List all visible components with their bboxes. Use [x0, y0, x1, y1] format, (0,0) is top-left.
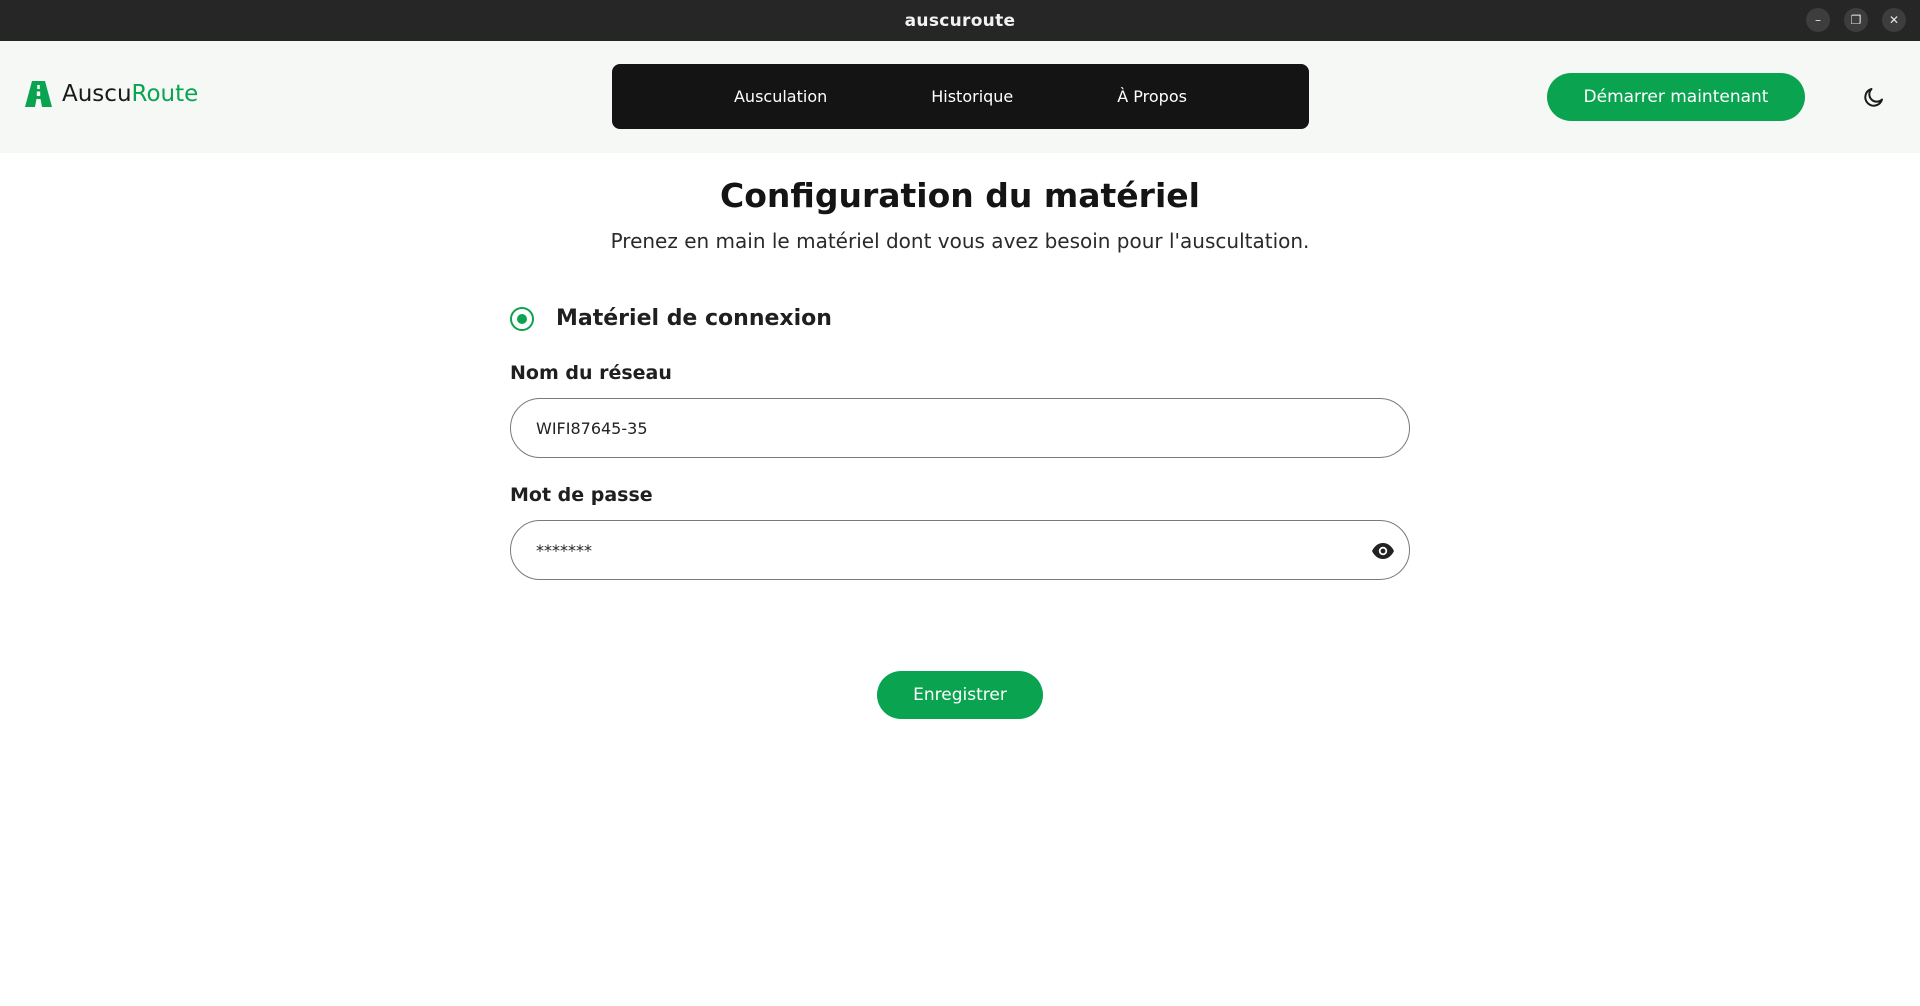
eye-icon[interactable] — [1371, 541, 1395, 561]
nav-item-ausculation[interactable]: Ausculation — [734, 87, 827, 106]
network-name-field[interactable] — [510, 398, 1410, 458]
radio-selected-icon[interactable] — [510, 306, 534, 331]
nav-item-a-propos[interactable]: À Propos — [1117, 87, 1187, 106]
password-input[interactable] — [536, 540, 1384, 560]
close-button[interactable]: ✕ — [1882, 8, 1906, 32]
network-name-input[interactable] — [536, 418, 1384, 438]
restore-button[interactable]: ❐ — [1844, 8, 1868, 32]
window-controls: – ❐ ✕ — [1806, 8, 1906, 32]
nav-item-historique[interactable]: Historique — [931, 87, 1013, 106]
save-button[interactable]: Enregistrer — [877, 671, 1043, 719]
minimize-button[interactable]: – — [1806, 8, 1830, 32]
window-title: auscuroute — [904, 10, 1016, 31]
window-titlebar: auscuroute – ❐ ✕ — [0, 0, 1920, 41]
network-name-label: Nom du réseau — [510, 362, 672, 384]
password-field[interactable] — [510, 520, 1410, 580]
page-title: Configuration du matériel — [720, 176, 1200, 215]
section-title: Matériel de connexion — [556, 306, 832, 331]
password-label: Mot de passe — [510, 484, 653, 506]
main-nav: Ausculation Historique À Propos — [612, 64, 1309, 129]
section-header: Matériel de connexion — [510, 306, 832, 331]
radio-dot — [517, 313, 527, 324]
logo-text-accent: Route — [131, 81, 199, 107]
logo-text: AuscuRoute — [62, 81, 198, 107]
road-logo-icon — [25, 81, 52, 107]
app-header: AuscuRoute Ausculation Historique À Prop… — [0, 41, 1920, 153]
logo[interactable]: AuscuRoute — [25, 81, 198, 107]
start-now-button[interactable]: Démarrer maintenant — [1547, 73, 1805, 121]
moon-icon[interactable] — [1862, 85, 1886, 109]
page-subtitle: Prenez en main le matériel dont vous ave… — [610, 229, 1310, 253]
logo-text-prefix: Auscu — [62, 81, 132, 107]
